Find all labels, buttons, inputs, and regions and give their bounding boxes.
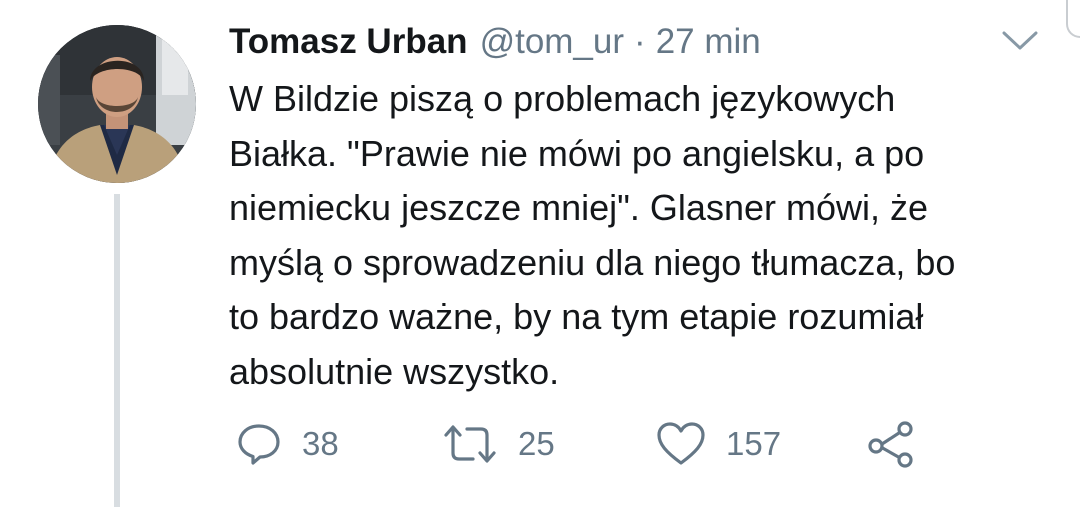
tweet-text: W Bildzie piszą o problemach językowych … [229, 72, 1059, 399]
tweet-text-line: W Bildzie piszą o problemach językowych [229, 78, 896, 119]
author-name[interactable]: Tomasz Urban [229, 18, 468, 66]
tweet-text-line: myślą o sprowadzeniu dla niego tłumacza,… [229, 241, 956, 283]
tweet-text-line: Białka. "Prawie nie mówi po angielsku, a… [229, 132, 925, 174]
like-count: 157 [726, 425, 782, 462]
like-button[interactable]: 157 [656, 414, 781, 474]
tweet-header: Tomasz Urban @tom_ur · 27 min [229, 18, 761, 66]
author-handle[interactable]: @tom_ur [480, 18, 624, 66]
reply-button[interactable]: 38 [236, 414, 339, 474]
tweet-text-line: absolutnie wszystko. [229, 350, 560, 392]
tweet-text-line: to bardzo ważne, by na tym etapie rozumi… [229, 296, 924, 337]
action-bar: 38 25 157 [0, 414, 1080, 474]
retweet-icon [444, 425, 496, 463]
reply-count: 38 [302, 425, 339, 462]
tweet-card: Tomasz Urban @tom_ur · 27 min W Bildzie … [0, 0, 1080, 507]
share-icon [868, 421, 913, 468]
share-button[interactable] [866, 414, 916, 474]
chevron-down-icon[interactable] [1000, 28, 1040, 54]
avatar-photo [38, 25, 196, 183]
retweet-button[interactable]: 25 [442, 414, 555, 474]
tweet-text-line: niemiecku jeszcze mniej". Glasner mówi, … [229, 187, 929, 228]
retweet-count: 25 [518, 425, 555, 462]
timestamp[interactable]: 27 min [656, 18, 761, 66]
avatar[interactable] [38, 25, 196, 183]
reply-icon [238, 424, 280, 465]
window-edge [1066, 0, 1080, 38]
separator-dot: · [634, 22, 646, 61]
heart-icon [657, 422, 705, 465]
